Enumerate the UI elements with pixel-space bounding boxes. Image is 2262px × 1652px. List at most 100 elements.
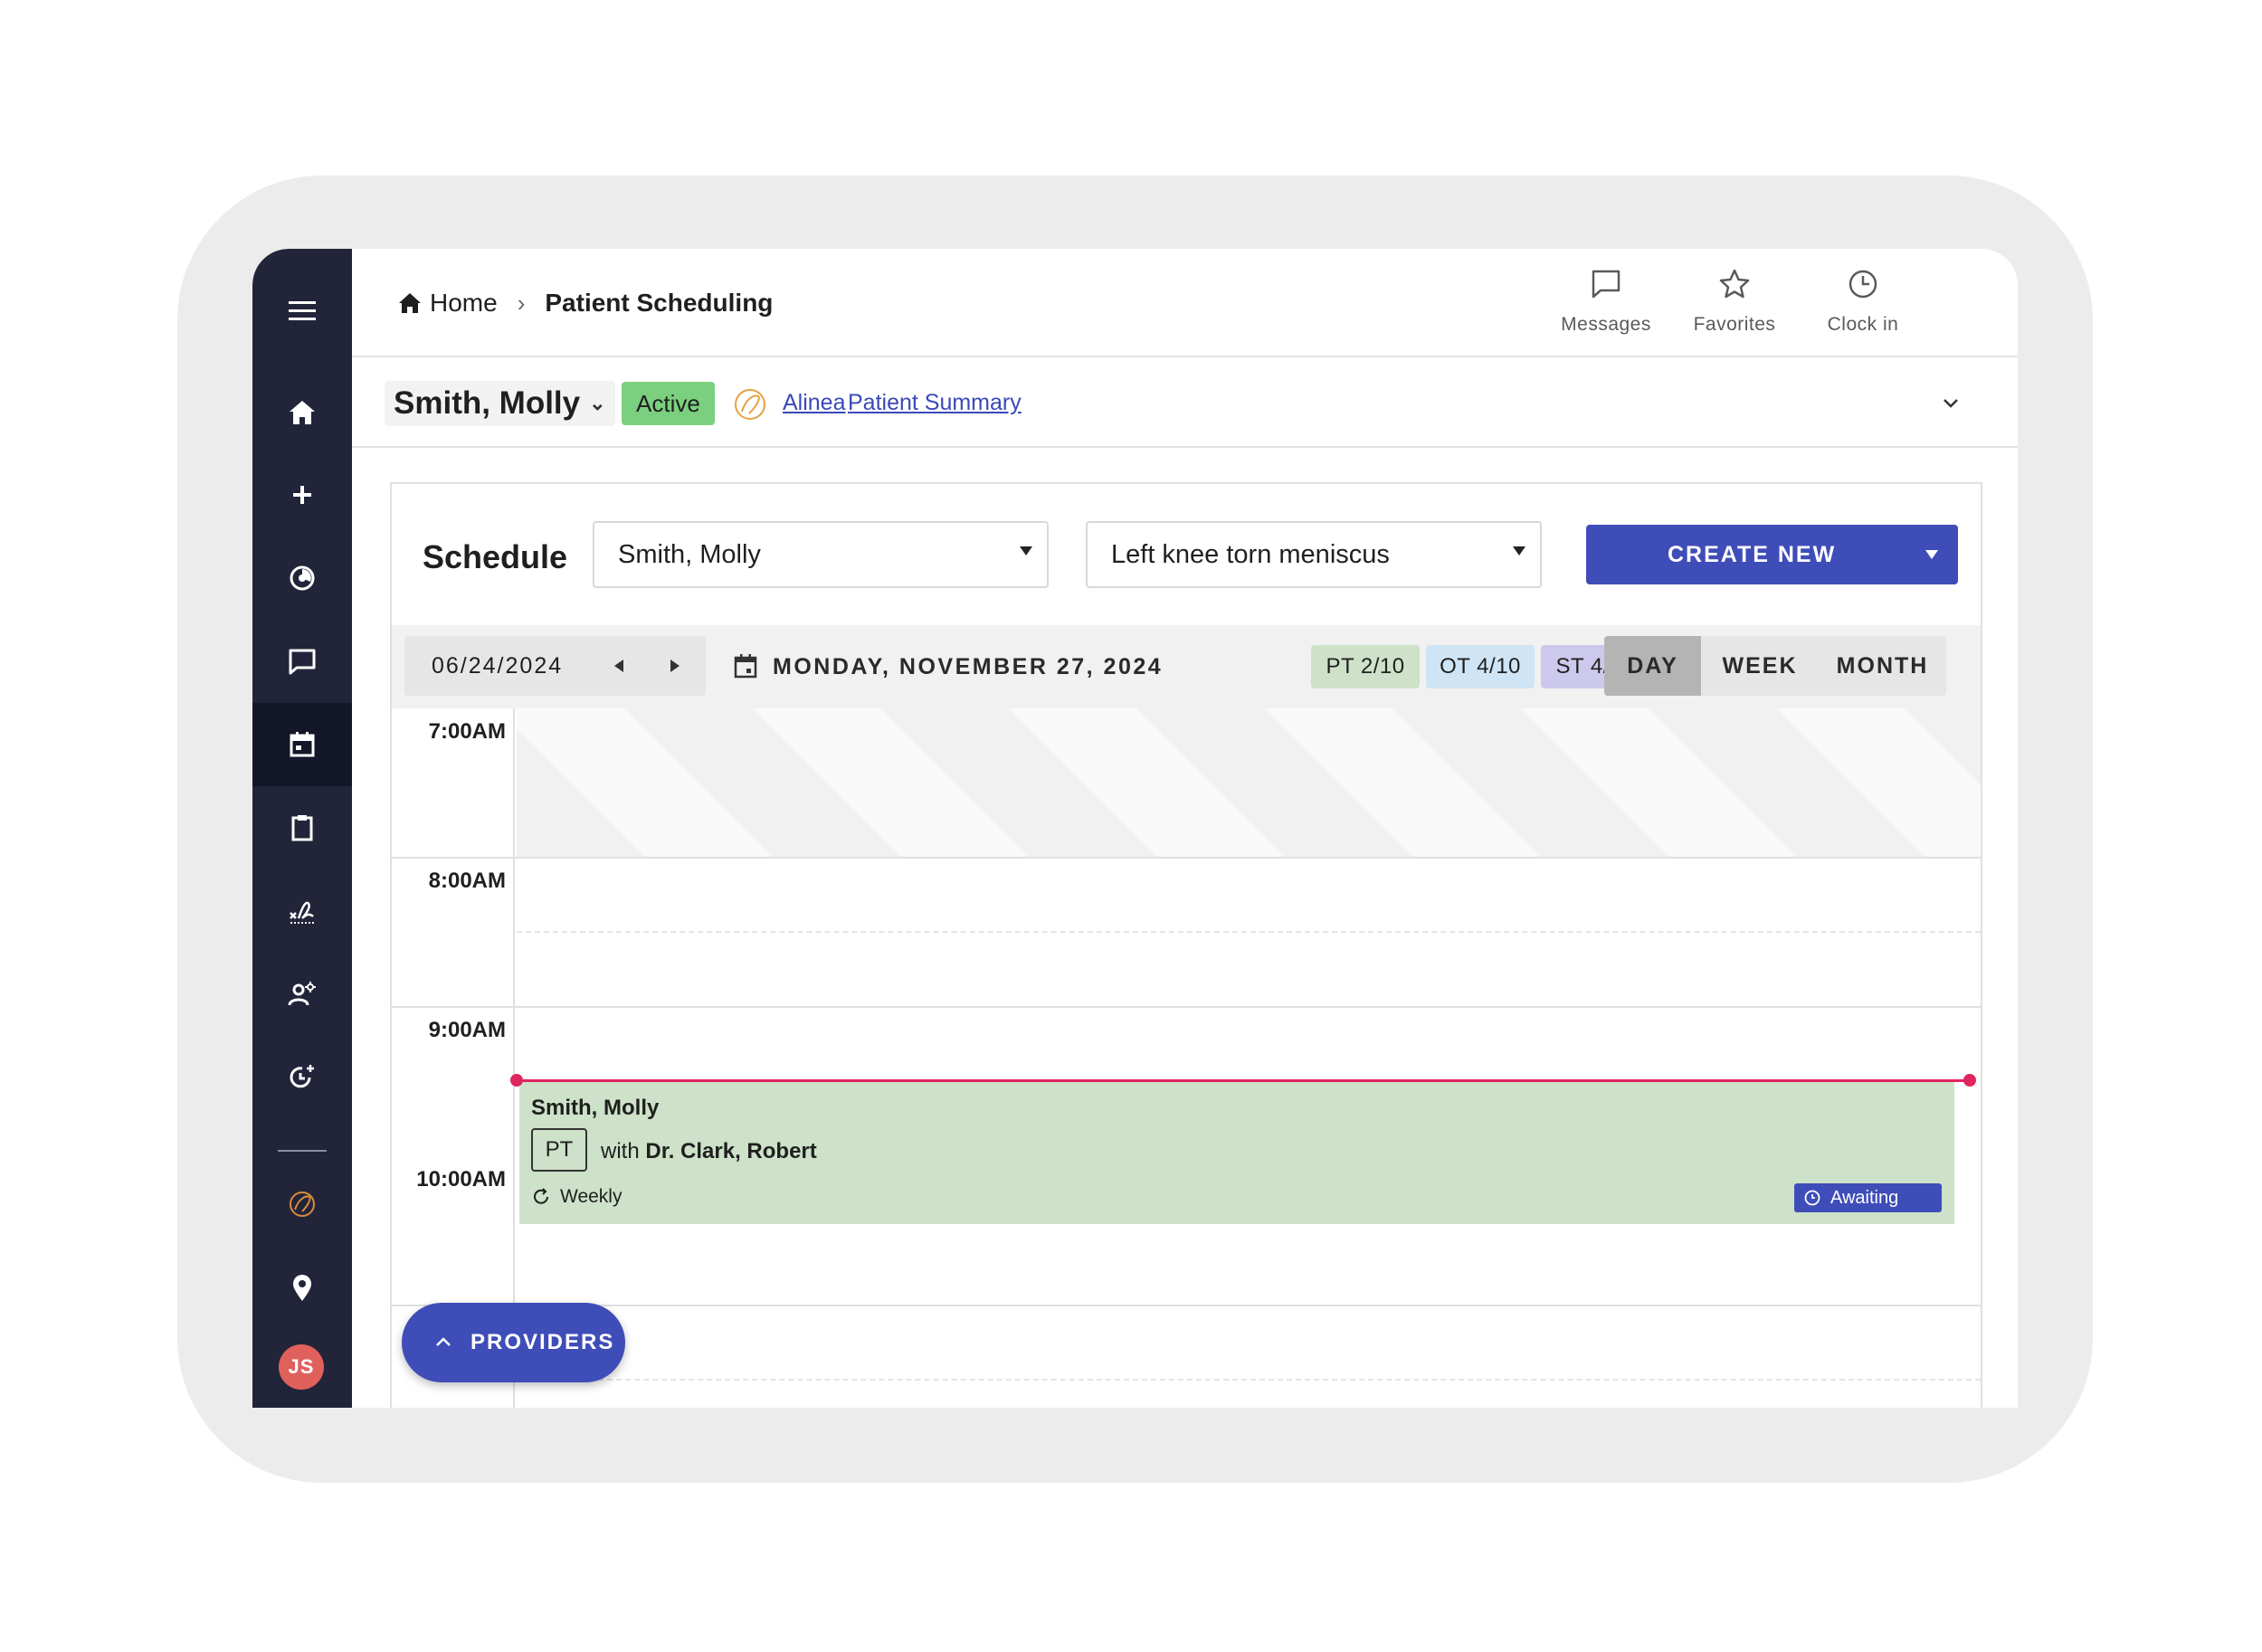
view-toggle: DAY WEEK MONTH	[1604, 636, 1946, 696]
discipline-badge: PT	[531, 1128, 587, 1172]
clock-icon	[1849, 270, 1877, 299]
app-screen: JS Home › Patient Scheduling Messages Fa…	[252, 249, 2018, 1408]
patient-select-value: Smith, Molly	[618, 539, 761, 569]
sidebar-item-add[interactable]	[252, 453, 352, 536]
patient-select[interactable]: Smith, Molly	[593, 521, 1049, 588]
home-icon	[290, 401, 315, 424]
pt-visits-chip: PT 2/10	[1311, 645, 1420, 688]
favorites-button[interactable]: Favorites	[1671, 267, 1798, 336]
recurrence: Weekly	[531, 1186, 622, 1208]
sidebar-item-alinea[interactable]	[252, 1163, 352, 1246]
appointment-provider: with Dr. Clark, Robert	[601, 1139, 817, 1164]
providers-button[interactable]: PROVIDERS	[402, 1303, 625, 1382]
messages-label: Messages	[1561, 314, 1651, 335]
patient-name: Smith, Molly	[394, 385, 581, 421]
calendar-icon	[734, 654, 757, 679]
message-icon	[1592, 270, 1620, 299]
breadcrumb-current: Patient Scheduling	[545, 289, 774, 317]
with-label: with	[601, 1139, 640, 1163]
clock-icon	[1804, 1190, 1820, 1206]
appointment-block[interactable]: Smith, Molly PT with Dr. Clark, Robert W…	[519, 1081, 1954, 1224]
breadcrumb-home[interactable]: Home	[430, 289, 498, 318]
appointment-patient: Smith, Molly	[531, 1096, 660, 1120]
user-avatar[interactable]: JS	[279, 1344, 324, 1390]
sidebar-item-calendar[interactable]	[252, 703, 352, 786]
hour-divider	[392, 1006, 1981, 1008]
chevron-up-icon	[436, 1337, 451, 1346]
sidebar-item-messages[interactable]	[252, 620, 352, 703]
sidebar-item-signature[interactable]	[252, 869, 352, 953]
calendar-toolbar: 06/24/2024 MONDAY, NOVEMBER 27, 2024 PT …	[392, 625, 1981, 708]
chevron-right-icon: ›	[517, 289, 526, 317]
create-new-label: CREATE NEW	[1668, 541, 1837, 567]
ot-visits-chip: OT 4/10	[1426, 645, 1535, 688]
unavailable-block	[517, 708, 1981, 857]
provider-name: Dr. Clark, Robert	[645, 1139, 817, 1163]
sidebar-divider	[278, 1150, 327, 1152]
sidebar-item-timer-add[interactable]	[252, 1036, 352, 1119]
diagnosis-select-value: Left knee torn meniscus	[1111, 539, 1390, 569]
time-label: 9:00AM	[428, 1018, 506, 1042]
current-time-dot	[510, 1074, 523, 1087]
topbar: Home › Patient Scheduling Messages Favor…	[352, 249, 2018, 357]
messages-button[interactable]: Messages	[1543, 267, 1669, 336]
alinea-logo-icon	[735, 389, 765, 420]
clock-in-button[interactable]: Clock in	[1800, 267, 1926, 336]
status-badge: Active	[622, 382, 715, 425]
view-day-button[interactable]: DAY	[1604, 636, 1701, 696]
repeat-icon	[534, 1188, 548, 1204]
patient-summary-link[interactable]: Patient Summary	[848, 390, 1022, 416]
date-picker[interactable]: 06/24/2024	[404, 636, 706, 696]
patient-name-dropdown[interactable]: Smith, Molly ⌄	[385, 381, 615, 426]
hour-divider	[392, 857, 1981, 859]
view-month-button[interactable]: MONTH	[1819, 636, 1946, 696]
sidebar-item-location[interactable]	[252, 1246, 352, 1329]
view-week-button[interactable]: WEEK	[1701, 636, 1819, 696]
chevron-down-icon[interactable]	[1938, 390, 1963, 415]
sidebar-item-dashboard[interactable]	[252, 536, 352, 620]
diagnosis-select[interactable]: Left knee torn meniscus	[1086, 521, 1542, 588]
sidebar-item-home[interactable]	[252, 371, 352, 454]
time-label: 10:00AM	[416, 1167, 506, 1192]
user-settings-icon	[288, 982, 316, 1006]
signature-icon	[290, 901, 314, 924]
clock-in-label: Clock in	[1827, 314, 1899, 335]
hour-divider	[392, 1305, 1981, 1306]
appointment-status-badge: Awaiting	[1794, 1183, 1942, 1212]
gauge-icon	[290, 565, 315, 591]
sidebar: JS	[252, 249, 352, 1408]
calendar-icon	[290, 732, 315, 757]
providers-label: PROVIDERS	[470, 1330, 615, 1354]
time-label: 7:00AM	[428, 719, 506, 744]
favorites-label: Favorites	[1693, 314, 1776, 335]
sidebar-item-clipboard[interactable]	[252, 786, 352, 869]
caret-down-icon	[1513, 546, 1525, 555]
alinea-link[interactable]: Alinea	[783, 390, 846, 416]
patient-bar: Smith, Molly ⌄ Active Alinea Patient Sum…	[352, 357, 2018, 448]
time-label: 8:00AM	[428, 869, 506, 893]
caret-down-icon[interactable]	[1925, 550, 1938, 559]
current-time-dot	[1963, 1074, 1976, 1087]
menu-icon[interactable]	[252, 270, 352, 353]
breadcrumb: Home › Patient Scheduling	[397, 289, 773, 318]
clipboard-icon	[291, 815, 313, 841]
date-input-value: 06/24/2024	[432, 652, 564, 679]
plus-icon	[293, 486, 311, 504]
previous-day-button[interactable]	[614, 660, 623, 672]
half-hour-divider	[517, 931, 1981, 933]
recurrence-label: Weekly	[560, 1186, 623, 1207]
next-day-button[interactable]	[670, 660, 680, 672]
current-date-label: MONDAY, NOVEMBER 27, 2024	[773, 654, 1164, 679]
location-pin-icon	[293, 1275, 311, 1301]
chevron-down-icon: ⌄	[589, 392, 606, 414]
half-hour-divider	[517, 1379, 1981, 1381]
timer-add-icon	[290, 1065, 314, 1088]
alinea-logo-icon	[290, 1192, 315, 1217]
star-icon	[1719, 269, 1750, 299]
create-new-button[interactable]: CREATE NEW	[1586, 525, 1958, 584]
appointment-status-label: Awaiting	[1830, 1187, 1899, 1208]
day-time-grid: 7:00AM 8:00AM 9:00AM 10:00AM Smith, Moll…	[392, 708, 1981, 1408]
sidebar-item-user-settings[interactable]	[252, 953, 352, 1036]
home-icon	[399, 293, 421, 313]
caret-down-icon	[1020, 546, 1032, 555]
